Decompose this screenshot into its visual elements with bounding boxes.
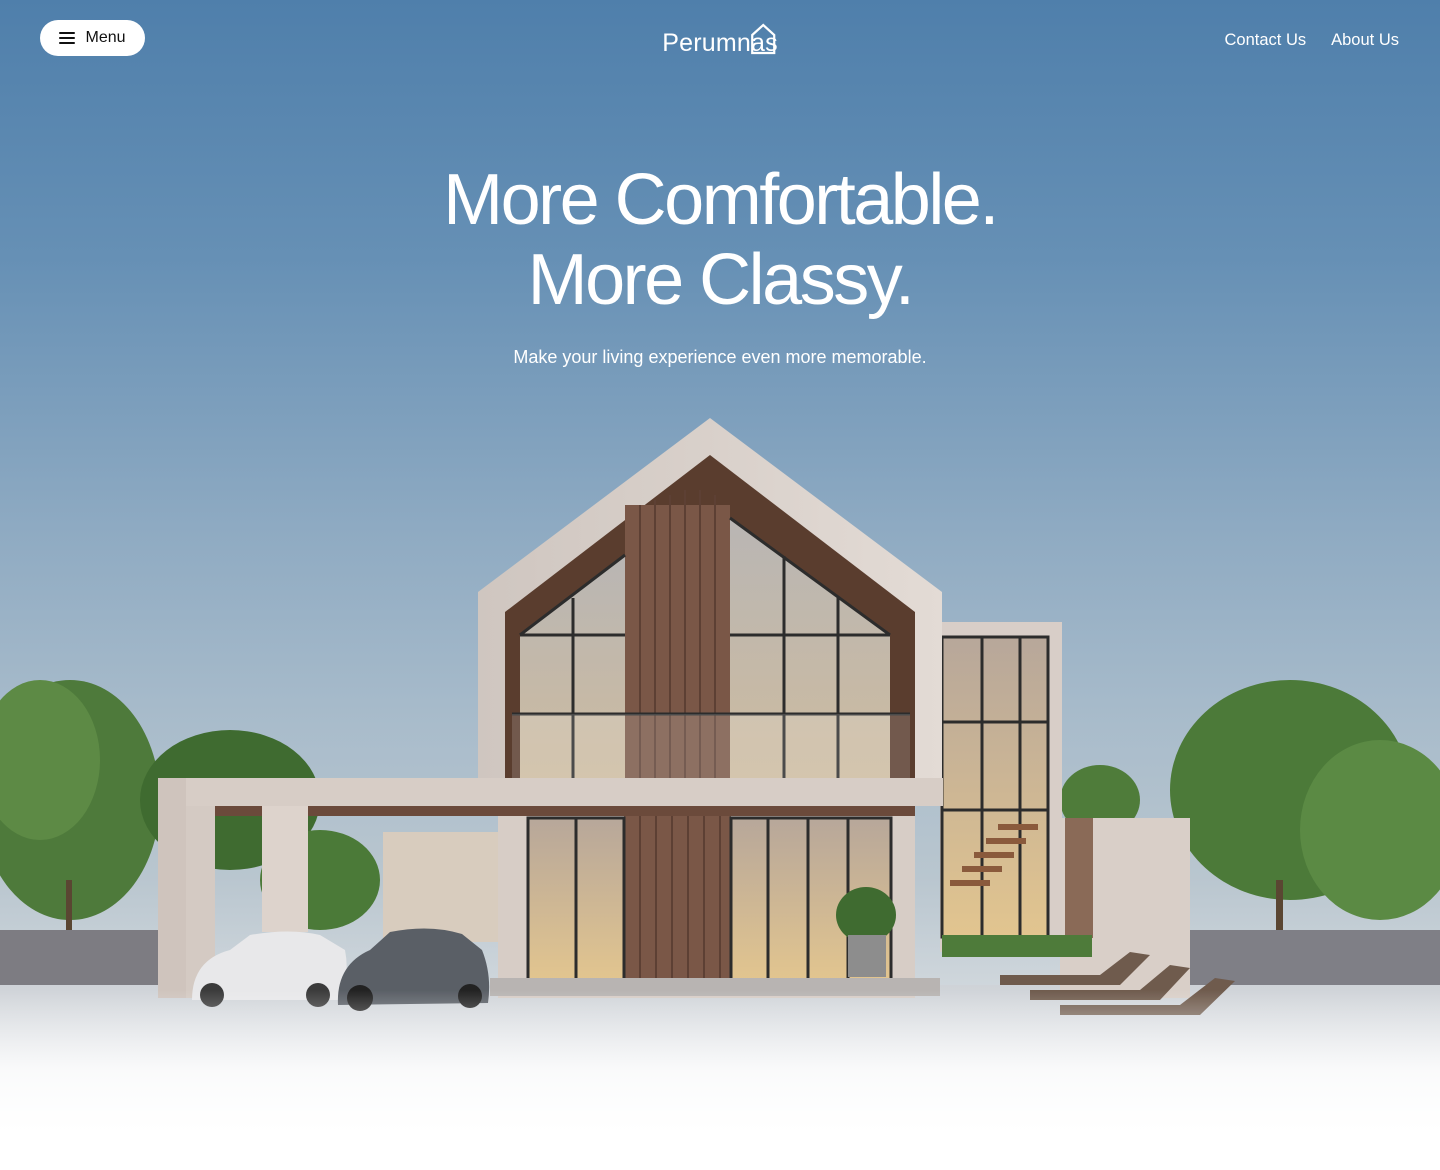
nav-contact-us[interactable]: Contact Us [1225, 31, 1307, 50]
hamburger-icon [59, 32, 76, 44]
hero-subheadline: Make your living experience even more me… [513, 347, 927, 367]
hero-headline: More Comfortable. More Classy. [0, 160, 1440, 320]
headline-line-1: More Comfortable. [443, 160, 999, 240]
nav-about-us[interactable]: About Us [1331, 31, 1399, 50]
top-nav: Contact Us About Us [1225, 31, 1400, 50]
menu-button[interactable]: Menu [40, 20, 145, 56]
headline-line-2: More Classy. [527, 240, 915, 320]
house-logo-icon [750, 23, 775, 55]
logo[interactable]: Perumnas [662, 23, 778, 58]
menu-label: Menu [85, 29, 126, 46]
bottom-fade [0, 990, 1440, 1170]
hero-section: Menu Perumnas Contact Us About Us More C… [0, 0, 1440, 1170]
